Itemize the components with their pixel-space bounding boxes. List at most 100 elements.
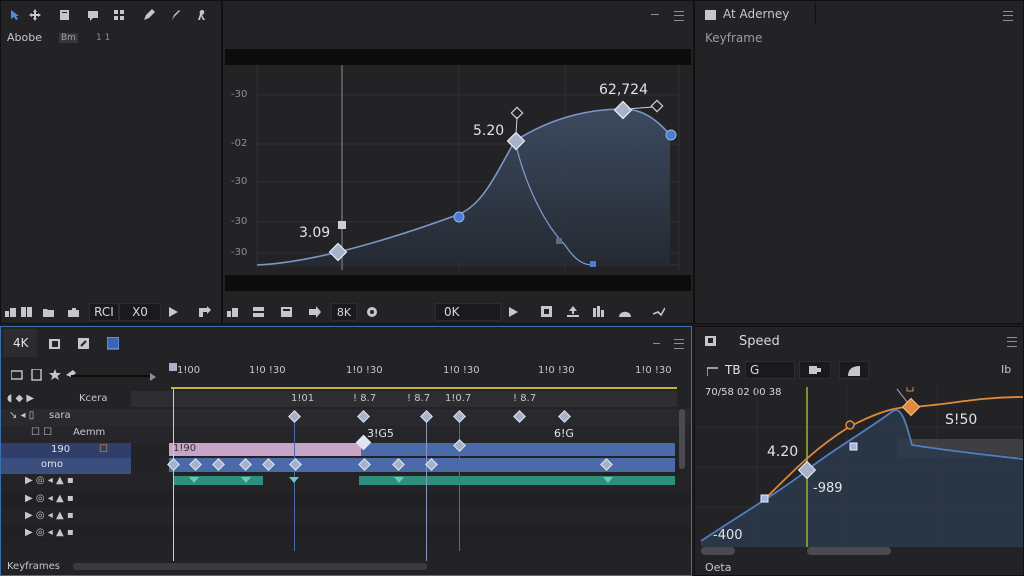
ruler-label-1: 1!00: [177, 365, 201, 376]
graph-button-8k[interactable]: 8K: [331, 303, 357, 321]
keyframe-panel-icon: [705, 9, 717, 21]
layer-row-3-bar-pink[interactable]: [169, 443, 361, 456]
speed-field[interactable]: G: [745, 361, 795, 379]
export-icon[interactable]: [199, 306, 211, 318]
timeline-label-b: 6!G: [554, 427, 574, 440]
handle-5: [556, 238, 562, 244]
playhead-handle: [338, 221, 346, 229]
layer-row-1[interactable]: [1, 409, 691, 426]
columns-icon[interactable]: [21, 306, 33, 318]
keyframe-label-1: 3.09: [299, 225, 331, 241]
keyframe-panel: At Aderney Keyframe: [694, 0, 1024, 324]
handle-6: [590, 261, 596, 267]
speed-blue-fill: [701, 409, 1023, 547]
layer-row-3-badge: ☐: [99, 444, 108, 455]
play-icon[interactable]: [167, 306, 179, 318]
layer-row-6[interactable]: [1, 491, 691, 508]
star-icon[interactable]: [49, 369, 61, 381]
graph-top-bar: [225, 49, 691, 65]
speed-footer: Oeta: [705, 561, 732, 574]
speed-curve-icon[interactable]: [707, 365, 719, 377]
keyframe-label-2: 5.20: [473, 123, 505, 139]
ruler-label-6: 1!0 !30: [635, 365, 672, 376]
speed-handle-top: [906, 387, 914, 392]
speed-panel-menu-icon[interactable]: [1007, 337, 1017, 347]
comment-icon[interactable]: [87, 9, 99, 21]
share-icon[interactable]: [653, 306, 665, 318]
y-tick-1: -30: [231, 89, 248, 100]
graph-tool-4-icon[interactable]: [309, 306, 321, 318]
layer-row-3-bar-blue[interactable]: [361, 443, 675, 456]
selection-icon[interactable]: [9, 9, 21, 21]
layers-icon[interactable]: [5, 306, 17, 318]
teal-keyframe[interactable]: [603, 477, 613, 483]
graph-tool-7-icon[interactable]: [593, 306, 605, 318]
graph-tool-8-icon[interactable]: [619, 306, 631, 318]
layer-row-3-bar-label: 1!90: [173, 443, 197, 454]
rci-field[interactable]: RCI: [89, 303, 119, 321]
speed-btn-1[interactable]: [799, 361, 831, 379]
timeline-icon-2[interactable]: [78, 338, 90, 350]
graph-bottom-bar: [225, 275, 691, 291]
speed-scroll-left[interactable]: [701, 547, 735, 555]
teal-keyframe[interactable]: [394, 477, 404, 483]
teal-keyframe[interactable]: [289, 477, 299, 483]
comp-icon[interactable]: [11, 369, 23, 381]
speed-label-c: S!50: [945, 412, 978, 428]
x0-field[interactable]: X0: [119, 303, 161, 321]
folder-icon[interactable]: [43, 306, 55, 318]
speed-corner-label: Ib: [1001, 363, 1012, 376]
speed-graph[interactable]: [697, 387, 1023, 547]
layer-row-4[interactable]: [1, 458, 131, 475]
timeline-hscroll[interactable]: [73, 563, 427, 570]
panel-menu-icon[interactable]: [674, 11, 684, 21]
graph-tool-1-icon[interactable]: [227, 306, 239, 318]
timeline-icon-1[interactable]: [49, 338, 61, 350]
brush-icon[interactable]: [169, 9, 181, 21]
grid-icon[interactable]: [113, 9, 125, 21]
puppet-icon[interactable]: [196, 9, 208, 21]
timeline-vscroll[interactable]: [679, 409, 685, 469]
zoom-field[interactable]: 0K: [435, 303, 501, 321]
camera-icon[interactable]: [68, 306, 80, 318]
graph-tool-5-icon[interactable]: [541, 306, 553, 318]
layer-row-6-icons: ▶ ◎ ◂ ▲ ▪: [25, 493, 74, 504]
speed-key-blue: [849, 442, 858, 451]
teal-keyframe[interactable]: [241, 477, 251, 483]
document-icon[interactable]: [59, 9, 71, 21]
timeline-menu-icon[interactable]: [674, 339, 684, 349]
marker-2: ! 8.7: [353, 393, 377, 404]
layer-row-5-bar-b[interactable]: [359, 476, 675, 485]
speed-scroll-right[interactable]: [807, 547, 891, 555]
time-ruler[interactable]: [171, 361, 677, 389]
marker-5: ! 8.7: [513, 393, 537, 404]
keyframe-panel-menu-icon[interactable]: [1003, 11, 1013, 21]
speed-btn-2[interactable]: [839, 361, 869, 379]
move-icon[interactable]: [29, 9, 41, 21]
marker-strip: [131, 391, 677, 407]
minimize-icon[interactable]: [651, 14, 659, 15]
teal-keyframe[interactable]: [189, 477, 199, 483]
zoom-arrow-icon[interactable]: [147, 371, 159, 383]
ruler-playhead-marker[interactable]: [169, 363, 177, 371]
keyframe-5: [665, 129, 677, 141]
layer-row-7[interactable]: [1, 508, 691, 525]
layer-header-icon: ◖ ◆ ▶: [7, 393, 35, 404]
graph-tool-6-icon[interactable]: [567, 306, 579, 318]
pen-icon[interactable]: [143, 9, 155, 21]
doc-icon[interactable]: [31, 369, 43, 381]
speed-panel-icon: [705, 335, 717, 347]
graph-tool-2-icon[interactable]: [253, 306, 265, 318]
marker-1: 1!01: [291, 393, 315, 404]
graph-tool-3-icon[interactable]: [281, 306, 293, 318]
speed-key-orange-2: [845, 420, 855, 430]
timeline-tab-label: 4K: [13, 336, 29, 350]
graph-play-icon[interactable]: [507, 306, 519, 318]
layer-row-2-name: Aemm: [73, 427, 106, 438]
timeline-icon-3[interactable]: [107, 336, 119, 349]
settings-icon[interactable]: [366, 306, 378, 318]
zoom-slider[interactable]: [71, 375, 151, 377]
timeline-minimize-icon[interactable]: [653, 343, 660, 344]
layer-row-3-name: 190: [51, 444, 71, 455]
layer-row-8[interactable]: [1, 525, 691, 542]
